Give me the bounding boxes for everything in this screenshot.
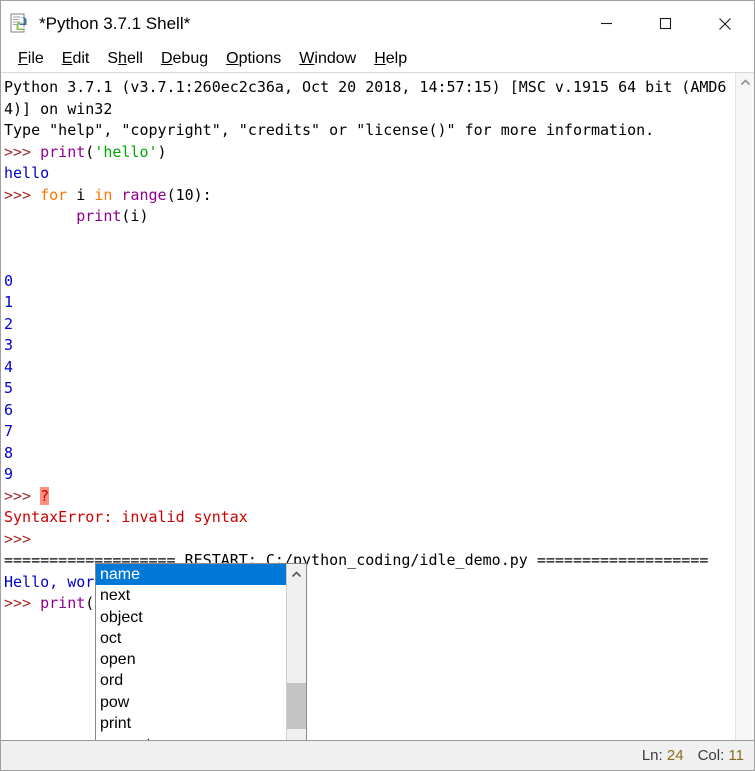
autocomplete-item-property[interactable]: property [96, 734, 286, 740]
console-span-out: 9 [4, 465, 14, 483]
console-span-out: 7 [4, 422, 14, 440]
console-span-plain: 4)] on win32 [4, 99, 113, 118]
console-line: print(i) [4, 206, 735, 228]
console-span-out: 1 [4, 293, 14, 311]
autocomplete-scroll-track[interactable] [287, 585, 306, 740]
console-span-out: 2 [4, 314, 14, 333]
autocomplete-item-next[interactable]: next [96, 585, 286, 606]
autocomplete-item-ord[interactable]: ord [96, 670, 286, 691]
menu-item-shell[interactable]: Shell [98, 50, 152, 68]
console-line: 7 [4, 421, 735, 443]
console-span-out: 8 [4, 443, 14, 462]
console-line: 9 [4, 464, 735, 486]
window-title: *Python 3.7.1 Shell* [39, 13, 191, 33]
console-span-prompt: >>> [4, 594, 41, 612]
console-span-kw: in [94, 185, 113, 204]
console-span-out: 0 [4, 271, 14, 290]
column-label: Col: [697, 747, 725, 764]
console-span-errmark: ? [40, 486, 50, 505]
console-span-prompt: >>> [4, 529, 41, 548]
close-button[interactable] [695, 1, 754, 46]
console-line: 8 [4, 443, 735, 465]
console-span-plain [4, 207, 76, 225]
console-line: Python 3.7.1 (v3.7.1:260ec2c36a, Oct 20 … [4, 77, 735, 99]
idle-shell-window: *Python 3.7.1 Shell* File Edit Shell Debug O [0, 0, 755, 771]
menu-item-file[interactable]: File [9, 50, 53, 68]
line-indicator: Ln: 24 [642, 747, 684, 764]
line-value: 24 [666, 747, 684, 764]
column-indicator: Col: 11 [698, 747, 744, 764]
chevron-up-icon[interactable] [287, 564, 306, 585]
menu-bar: File Edit Shell Debug Options Window Help [1, 46, 754, 73]
console-span-plain: (10): [166, 185, 212, 204]
console-span-plain: (i) [121, 207, 149, 225]
console-span-out: 4 [4, 357, 14, 376]
autocomplete-item-pow[interactable]: pow [96, 692, 286, 713]
console-span-err: SyntaxError: invalid syntax [4, 508, 248, 526]
title-bar: *Python 3.7.1 Shell* [1, 1, 754, 46]
console-span-prompt: >>> [4, 142, 41, 161]
console-line: 3 [4, 335, 735, 357]
shell-body: Python 3.7.1 (v3.7.1:260ec2c36a, Oct 20 … [1, 73, 754, 740]
console-span-kw: for [40, 185, 68, 204]
console-line: >>> [4, 529, 735, 551]
console-line: Type "help", "copyright", "credits" or "… [4, 120, 735, 142]
console-line: >>> ? [4, 486, 735, 508]
menu-item-debug[interactable]: Debug [152, 50, 217, 68]
console-span-prompt: >>> [4, 185, 41, 204]
console-span-str: 'hello' [94, 142, 158, 161]
menu-item-help[interactable]: Help [365, 50, 416, 68]
console-span-plain: Python 3.7.1 (v3.7.1:260ec2c36a, Oct 20 … [4, 78, 727, 96]
console-line: 5 [4, 378, 735, 400]
console-span-builtin: print [40, 142, 86, 161]
console-span-builtin: print [40, 594, 86, 612]
python-idle-icon [8, 12, 32, 36]
autocomplete-item-print[interactable]: print [96, 713, 286, 734]
console-span-out: 5 [4, 379, 14, 397]
console-line: hello [4, 163, 735, 185]
console-span-out: 3 [4, 336, 14, 354]
main-vertical-scrollbar[interactable] [735, 73, 754, 740]
autocomplete-item-object[interactable]: object [96, 607, 286, 628]
menu-item-window[interactable]: Window [290, 50, 365, 68]
line-label: Ln: [641, 747, 663, 764]
console-line: 6 [4, 400, 735, 422]
minimize-button[interactable] [577, 1, 636, 46]
console-line: >>> print('hello') [4, 142, 735, 164]
console-span-builtin: print [76, 207, 122, 225]
scrollbar-track[interactable] [736, 91, 754, 740]
console-span-plain: Type "help", "copyright", "credits" or "… [4, 121, 655, 139]
console-span-plain: i [67, 185, 95, 204]
autocomplete-item-open[interactable]: open [96, 649, 286, 670]
chevron-up-icon[interactable] [736, 73, 754, 91]
console-span-out: 6 [4, 400, 14, 419]
status-bar: Ln: 24 Col: 11 [1, 740, 754, 770]
console-line: 2 [4, 314, 735, 336]
console-line: 0 [4, 271, 735, 293]
autocomplete-item-oct[interactable]: oct [96, 628, 286, 649]
autocomplete-list[interactable]: namenextobjectoctopenordpowprintproperty… [96, 564, 286, 740]
console-span-builtin: range [121, 185, 167, 204]
console-line: 1 [4, 292, 735, 314]
console-line: 4 [4, 357, 735, 379]
console-line: >>> for i in range(10): [4, 185, 735, 207]
console-span-plain: ) [157, 142, 167, 161]
console-span-plain: ( [85, 142, 95, 161]
menu-item-options[interactable]: Options [217, 50, 290, 68]
window-controls [577, 1, 754, 46]
autocomplete-item-name[interactable]: name [96, 564, 286, 586]
console-span-out: hello [4, 164, 50, 182]
maximize-button[interactable] [636, 1, 695, 46]
menu-item-edit[interactable]: Edit [53, 50, 99, 68]
autocomplete-scroll-thumb[interactable] [287, 683, 306, 729]
autocomplete-popup[interactable]: namenextobjectoctopenordpowprintproperty… [95, 563, 307, 740]
console-span-prompt: >>> [4, 486, 41, 505]
console-line: 4)] on win32 [4, 99, 735, 121]
column-value: 11 [728, 747, 744, 764]
autocomplete-scrollbar[interactable] [286, 564, 306, 740]
console-line: SyntaxError: invalid syntax [4, 507, 735, 529]
